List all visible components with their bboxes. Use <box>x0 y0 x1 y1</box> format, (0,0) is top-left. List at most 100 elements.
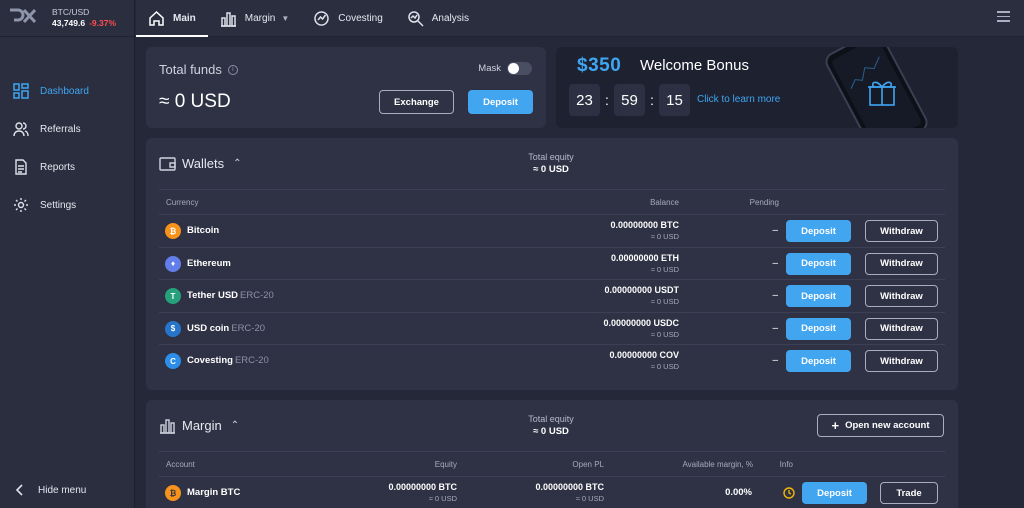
pending-value: – <box>772 355 778 366</box>
wallet-icon <box>159 157 176 171</box>
phone-gift-illustration <box>825 47 928 128</box>
deposit-button[interactable]: Deposit <box>786 285 851 307</box>
chevron-up-icon[interactable]: ⌃ <box>233 158 241 169</box>
timer-separator: : <box>605 92 609 108</box>
wallets-title: Wallets <box>182 156 225 171</box>
tab-main[interactable]: Main <box>136 0 208 37</box>
withdraw-button[interactable]: Withdraw <box>865 285 938 307</box>
bar-chart-icon <box>220 11 236 27</box>
balance-usd: ≈ 0 USD <box>650 232 679 241</box>
margin-header[interactable]: Margin ⌃ <box>159 417 239 434</box>
welcome-bonus-banner[interactable]: $350 Welcome Bonus 23 : 59 : 15 Click to… <box>556 47 958 128</box>
covesting-coin-icon: C <box>165 353 181 369</box>
tab-analysis[interactable]: Analysis <box>395 0 481 37</box>
equity-cell: 0.00000000 BTC ≈ 0 USD <box>388 482 457 503</box>
table-header: Currency Balance Pending <box>159 189 945 215</box>
wallets-header[interactable]: Wallets ⌃ <box>159 155 242 172</box>
balance-amount: 0.00000000 BTC <box>610 220 679 230</box>
balance-amount: 0.00000000 ETH <box>610 252 679 263</box>
open-pl-cell: 0.00000000 BTC ≈ 0 USD <box>535 482 604 503</box>
sidebar: BTC/USD 43,749.6 -9.37% Dashboard Referra… <box>0 0 135 508</box>
tab-covesting[interactable]: Covesting <box>301 0 394 37</box>
currency-name: Ethereum <box>187 258 233 269</box>
tab-margin[interactable]: Margin ▼ <box>208 0 302 37</box>
open-new-account-label: Open new account <box>845 420 930 431</box>
ticker-price: 43,749.6 <box>52 18 86 28</box>
open-pl-amount: 0.00000000 BTC <box>535 482 604 492</box>
currency-network: ERC-20 <box>234 355 269 366</box>
withdraw-button[interactable]: Withdraw <box>865 350 938 372</box>
timer-minutes: 59 <box>614 84 645 116</box>
currency-name: Covesting ERC-20 <box>187 355 269 366</box>
equity-usd: ≈ 0 USD <box>428 494 457 503</box>
ethereum-icon: ♦ <box>165 255 181 272</box>
chevron-up-icon[interactable]: ⌃ <box>231 420 239 431</box>
mask-label: Mask <box>478 63 501 74</box>
mask-toggle[interactable] <box>507 62 532 75</box>
plus-icon: + <box>831 418 840 433</box>
deposit-button[interactable]: Deposit <box>786 317 851 340</box>
logo-row: BTC/USD 43,749.6 -9.37% <box>0 0 134 37</box>
menu-icon[interactable] <box>997 11 1010 23</box>
exchange-button[interactable]: Exchange <box>379 90 454 114</box>
deposit-button[interactable]: Deposit <box>786 220 851 242</box>
trade-button[interactable]: Trade <box>880 482 938 504</box>
deposit-button[interactable]: Deposit <box>786 350 851 372</box>
learn-more-link[interactable]: Click to learn more <box>697 94 780 105</box>
equity-label: Total equity <box>528 152 574 162</box>
equity-value: ≈ 0 USD <box>533 164 569 175</box>
sidebar-item-label: Dashboard <box>40 85 89 97</box>
sidebar-nav: Dashboard Referrals Reports Settings <box>0 72 134 224</box>
table-row: ♦ Ethereum 0.00000000 ETH ≈ 0 USD – Depo… <box>159 248 945 280</box>
deposit-button[interactable]: Deposit <box>786 252 851 275</box>
home-icon <box>149 10 164 26</box>
hide-menu-label: Hide menu <box>38 484 87 496</box>
margin-table: Account Equity Open PL Available margin,… <box>159 451 945 508</box>
sidebar-item-settings[interactable]: Settings <box>0 186 134 224</box>
clock-icon[interactable] <box>783 487 795 499</box>
equity-label: Total equity <box>528 414 574 424</box>
withdraw-button[interactable]: Withdraw <box>865 317 938 340</box>
document-icon <box>15 159 27 175</box>
withdraw-button[interactable]: Withdraw <box>865 220 938 242</box>
withdraw-button[interactable]: Withdraw <box>865 252 938 275</box>
sidebar-item-dashboard[interactable]: Dashboard <box>0 72 134 110</box>
table-row: ₿ Margin BTC 0.00000000 BTC ≈ 0 USD 0.00… <box>159 477 945 508</box>
currency-network: ERC-20 <box>231 322 266 334</box>
open-new-account-button[interactable]: + Open new account <box>817 414 944 437</box>
sidebar-item-label: Referrals <box>40 123 81 135</box>
users-icon <box>13 122 29 137</box>
column-info: Info <box>779 459 793 469</box>
timer-seconds: 15 <box>659 84 690 116</box>
balance-cell: 0.00000000 COV ≈ 0 USD <box>609 350 679 371</box>
margin-deposit-button[interactable]: Deposit <box>802 482 867 504</box>
info-icon[interactable]: i <box>227 64 238 75</box>
margin-card: Margin ⌃ Total equity ≈ 0 USD + Open new… <box>146 400 958 508</box>
timer-separator: : <box>650 92 654 108</box>
covesting-icon <box>314 10 330 26</box>
column-pending: Pending <box>749 197 779 207</box>
currency-name: Tether USD ERC-20 <box>187 290 274 301</box>
wallets-equity: Total equity ≈ 0 USD <box>506 152 596 175</box>
top-nav: Main Margin ▼ Covesting Analysis <box>136 0 1024 37</box>
equity-value: ≈ 0 USD <box>533 426 569 437</box>
pending-value: – <box>772 257 778 269</box>
mask-toggle-group: Mask <box>478 62 532 75</box>
bar-chart-icon <box>160 419 175 434</box>
total-funds-card: Total funds i ≈ 0 USD Mask Exchange Depo… <box>146 47 546 128</box>
balance-usd: ≈ 0 USD <box>650 297 679 306</box>
currency-name: USD coin ERC-20 <box>187 323 265 334</box>
bitcoin-icon: ₿ <box>165 223 181 239</box>
tab-label: Analysis <box>431 12 469 24</box>
hide-menu-button[interactable]: Hide menu <box>13 483 86 497</box>
bonus-title: Welcome Bonus <box>640 57 749 74</box>
logo[interactable] <box>8 8 44 28</box>
tab-label: Main <box>173 12 196 24</box>
column-open-pl: Open PL <box>572 459 604 469</box>
balance-cell: 0.00000000 BTC ≈ 0 USD <box>610 220 679 241</box>
deposit-button[interactable]: Deposit <box>468 90 533 114</box>
ticker[interactable]: BTC/USD 43,749.6 -9.37% <box>52 7 116 29</box>
tab-label: Margin <box>244 12 276 24</box>
sidebar-item-reports[interactable]: Reports <box>0 148 134 186</box>
sidebar-item-referrals[interactable]: Referrals <box>0 110 134 148</box>
